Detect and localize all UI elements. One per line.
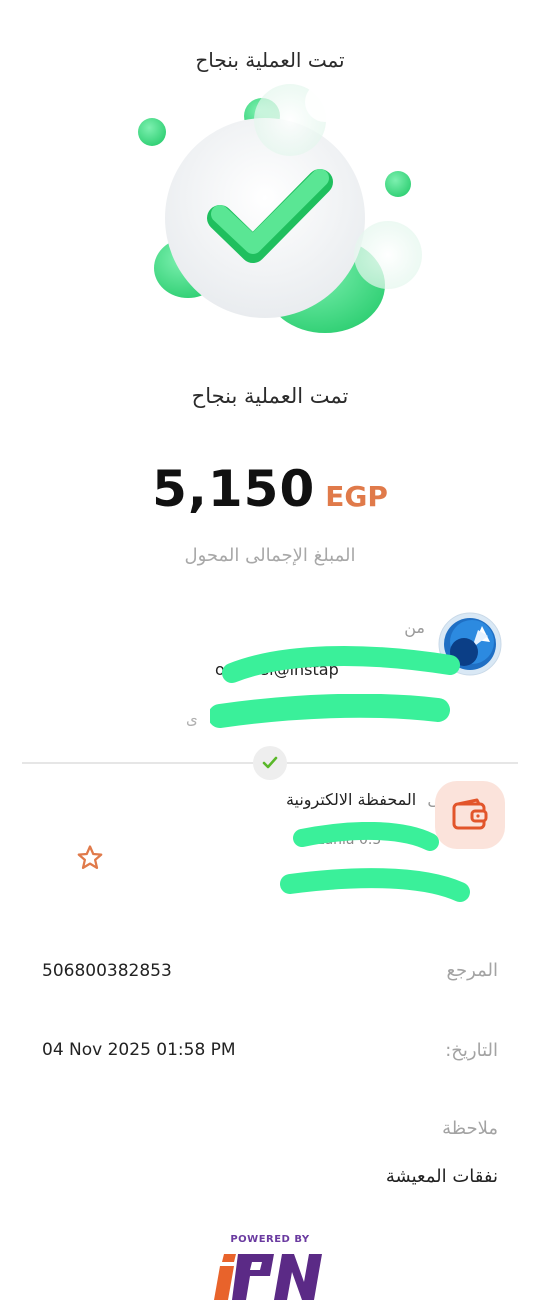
ipn-logo [212, 1246, 328, 1304]
amount-currency: EGP [325, 480, 388, 513]
small-check-icon [253, 746, 287, 780]
redaction-mark [293, 822, 439, 851]
amount-row: 5,150 EGP [0, 460, 540, 518]
status-title: تمت العملية بنجاح [191, 384, 349, 408]
redaction-mark [280, 868, 470, 902]
page-title: تمت العملية بنجاح [195, 48, 345, 72]
redaction-mark [210, 694, 450, 728]
date-label: التاريخ: [445, 1040, 498, 1061]
date-value: 04 Nov 2025 01:58 PM [42, 1040, 236, 1060]
reference-value: 506800382853 [42, 961, 172, 981]
success-illustration [120, 80, 430, 340]
note-label: ملاحظة [442, 1118, 498, 1139]
receiver-type: المحفظة الالكترونية [285, 790, 417, 809]
amount-value: 5,150 [152, 460, 316, 518]
success-check-icon [138, 82, 422, 333]
favorite-star-icon[interactable] [75, 843, 105, 873]
reference-label: المرجع [446, 960, 498, 981]
receiver-label: إلى المحفظة الالكترونية [286, 790, 450, 809]
amount-caption: المبلغ الإجمالى المحول [184, 545, 356, 566]
note-value: نفقات المعيشة [385, 1166, 498, 1187]
wallet-icon [435, 781, 505, 849]
sender-subtext: ى [186, 710, 198, 728]
redaction-mark [222, 646, 460, 683]
from-label: من [404, 618, 425, 637]
powered-by-text: POWERED BY [230, 1234, 310, 1245]
